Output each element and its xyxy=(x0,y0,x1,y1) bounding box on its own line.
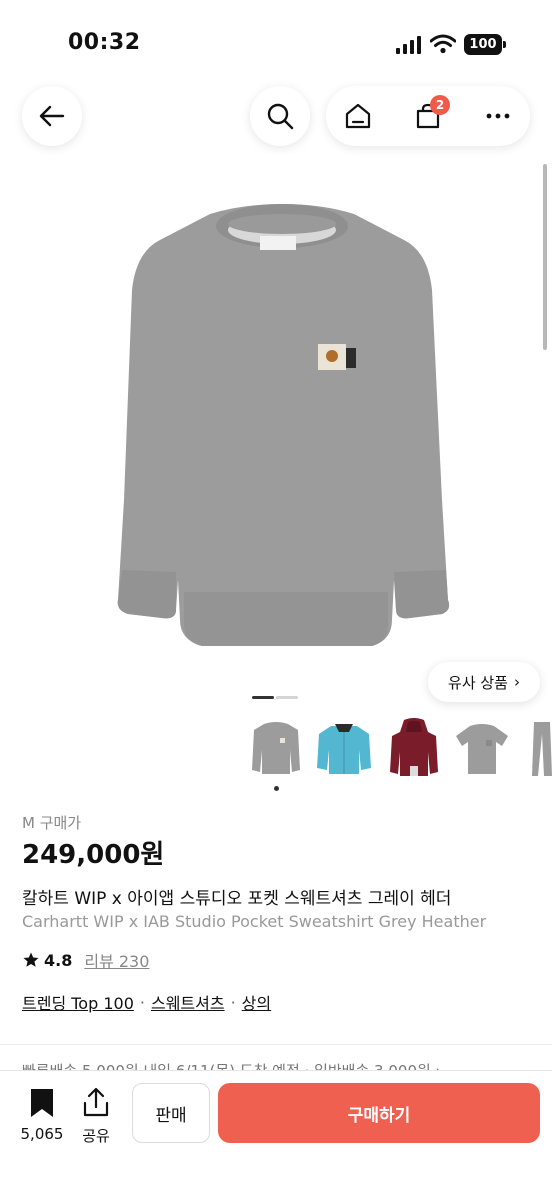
hoodie-thumbnail-icon xyxy=(390,718,438,776)
more-button[interactable] xyxy=(468,86,528,146)
rating-score: 4.8 xyxy=(44,950,73,970)
bottom-action-bar: 5,065 공유 판매 구매하기 xyxy=(0,1070,552,1200)
tag-separator: · xyxy=(230,992,236,1012)
thumbnail-grey-sweatshirt[interactable] xyxy=(246,714,306,782)
arrow-left-icon xyxy=(39,105,65,127)
tag-sweatshirt[interactable]: 스웨트셔츠 xyxy=(151,990,225,1014)
share-button[interactable]: 공유 xyxy=(76,1087,116,1145)
bookmark-button[interactable]: 5,065 xyxy=(14,1087,70,1145)
product-name-korean: 칼하트 WIP x 아이앱 스튜디오 포켓 스웨트셔츠 그레이 헤더 xyxy=(22,889,452,909)
rating: 4.8 리뷰 230 xyxy=(22,948,149,972)
cellular-signal-icon xyxy=(396,36,421,54)
image-pager-inactive xyxy=(276,696,298,699)
thumbnail-grey-pants[interactable] xyxy=(520,714,552,782)
price: 249,000원 xyxy=(22,840,165,870)
star-icon xyxy=(23,952,39,967)
more-horizontal-icon xyxy=(486,113,510,119)
scrollbar[interactable] xyxy=(543,164,547,350)
battery-level: 100 xyxy=(464,34,502,55)
cart-badge: 2 xyxy=(430,95,450,115)
sell-button[interactable]: 판매 xyxy=(132,1083,210,1143)
back-button[interactable] xyxy=(22,86,82,146)
sweatshirt-thumbnail-icon xyxy=(252,722,300,774)
home-icon xyxy=(345,103,371,129)
nav-action-group: 2 xyxy=(326,86,530,146)
share-label: 공유 xyxy=(82,1127,110,1145)
thumbnail-grey-tshirt[interactable] xyxy=(452,714,512,782)
category-tags: 트렌딩 Top 100 · 스웨트셔츠 · 상의 xyxy=(22,990,271,1014)
share-icon xyxy=(83,1087,109,1117)
thumbnail-burgundy-hoodie[interactable] xyxy=(384,714,444,782)
search-icon xyxy=(267,103,294,130)
similar-products-button[interactable]: 유사 상품 › xyxy=(428,662,540,702)
thumbnail-blue-jacket[interactable] xyxy=(314,714,374,782)
chevron-right-icon: › xyxy=(513,673,520,691)
thumbnail-selected-dot xyxy=(274,786,279,791)
pants-thumbnail-icon xyxy=(532,722,552,776)
search-button[interactable] xyxy=(250,86,310,146)
home-button[interactable] xyxy=(328,86,388,146)
bookmark-count: 5,065 xyxy=(20,1125,64,1143)
wifi-icon xyxy=(430,34,456,54)
jacket-thumbnail-icon xyxy=(317,724,371,774)
tag-trending[interactable]: 트렌딩 Top 100 xyxy=(22,990,134,1014)
section-divider xyxy=(0,1044,552,1045)
tag-top[interactable]: 상의 xyxy=(242,990,271,1014)
status-time: 00:32 xyxy=(68,30,141,55)
buy-button[interactable]: 구매하기 xyxy=(218,1083,540,1143)
product-image[interactable] xyxy=(92,200,472,670)
tshirt-thumbnail-icon xyxy=(456,724,508,774)
review-link[interactable]: 리뷰 230 xyxy=(84,948,149,972)
status-bar: 00:32 100 xyxy=(0,0,552,80)
tag-separator: · xyxy=(139,992,145,1012)
image-pager-active xyxy=(252,696,274,699)
price-label: M 구매가 xyxy=(22,814,82,832)
product-name-english: Carhartt WIP x IAB Studio Pocket Sweatsh… xyxy=(22,912,487,931)
bookmark-icon xyxy=(31,1089,53,1117)
similar-products-label: 유사 상품 xyxy=(448,673,508,692)
battery-icon: 100 xyxy=(464,34,506,55)
cart-button[interactable]: 2 xyxy=(398,86,458,146)
